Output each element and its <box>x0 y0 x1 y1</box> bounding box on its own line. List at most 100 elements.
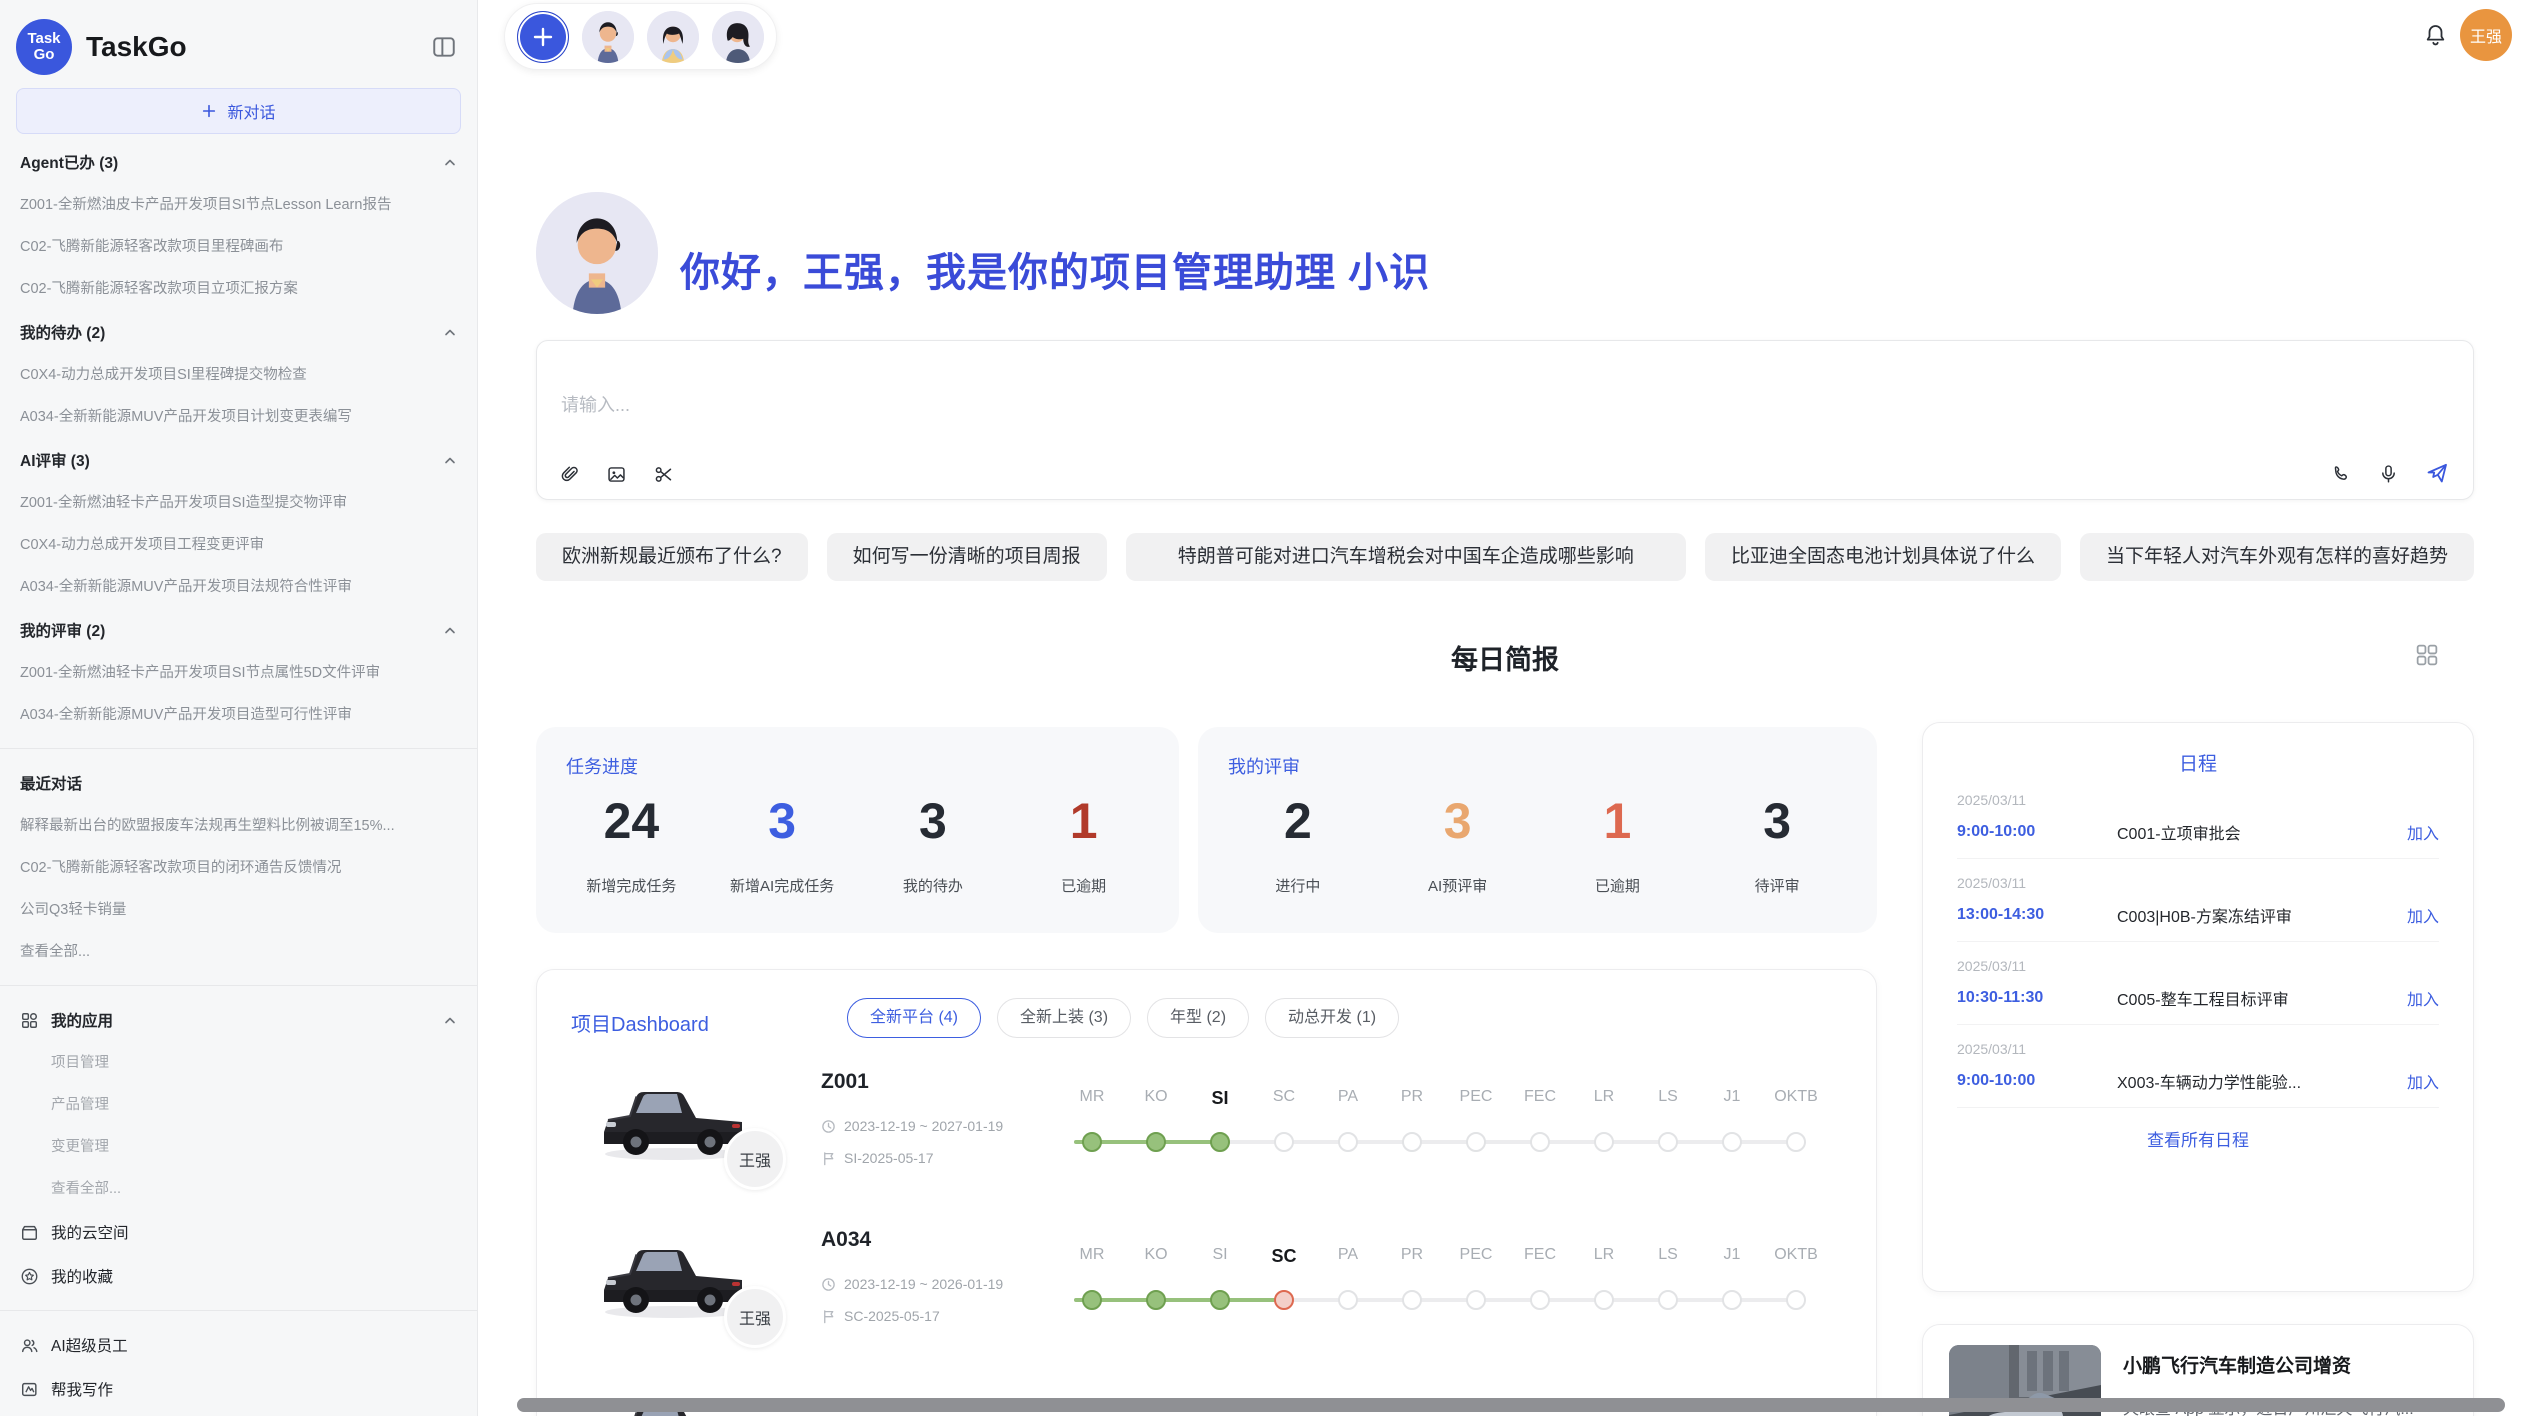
owner-name: 王强 <box>739 1305 771 1329</box>
chevron-up-icon <box>443 325 457 339</box>
recent-chat-item[interactable]: C02-飞腾新能源轻客改款项目的闭环通告反馈情况 <box>20 847 457 889</box>
section-header-ai-review[interactable]: AI评审 (3) <box>20 438 457 482</box>
sidebar-item[interactable]: Z001-全新燃油皮卡产品开发项目SI节点Lesson Learn报告 <box>20 184 457 226</box>
notification-bell-icon[interactable] <box>2422 22 2449 49</box>
milestone-nodes <box>1060 1290 1828 1310</box>
image-upload-icon[interactable] <box>606 464 627 485</box>
milestone-labels: MR KO SI SC PA PR PEC FEC LR LS J1 OKTB <box>1060 1088 1828 1109</box>
milestone-label: MR <box>1060 1246 1124 1267</box>
section-title: 我的应用 <box>51 1009 113 1031</box>
sidebar-item[interactable]: C0X4-动力总成开发项目工程变更评审 <box>20 524 457 566</box>
chat-input[interactable] <box>561 391 2161 431</box>
new-chat-button[interactable]: 新对话 <box>16 88 461 134</box>
schedule-time: 10:30-11:30 <box>1957 989 2117 1007</box>
new-chat-label: 新对话 <box>227 99 275 123</box>
sidebar-item[interactable]: C0X4-动力总成开发项目SI里程碑提交物检查 <box>20 354 457 396</box>
sidebar-item[interactable]: C02-飞腾新能源轻客改款项目立项汇报方案 <box>20 268 457 310</box>
section-header-recent-chats[interactable]: 最近对话 <box>20 761 457 805</box>
metric-my-todo: 3 我的待办 <box>858 789 1009 896</box>
agent-avatar-3[interactable] <box>712 11 764 63</box>
attachment-icon[interactable] <box>559 464 580 485</box>
sidebar-item-creative-drawing[interactable]: 创意制图 <box>20 1411 457 1416</box>
metric-label: 我的待办 <box>858 875 1009 896</box>
project-dates: 2023-12-19 ~ 2026-01-19 <box>821 1276 1003 1292</box>
sidebar-item-help-me-write[interactable]: 帮我写作 <box>20 1367 457 1411</box>
metric-ai-prereview: 3 AI预评审 <box>1378 789 1538 896</box>
sidebar-item[interactable]: C02-飞腾新能源轻客改款项目里程碑画布 <box>20 226 457 268</box>
section-header-agent-done[interactable]: Agent已办 (3) <box>20 140 457 184</box>
send-icon[interactable] <box>2425 461 2449 485</box>
microphone-icon[interactable] <box>2378 463 2399 484</box>
filter-powertrain[interactable]: 动总开发 (1) <box>1265 998 1399 1038</box>
join-link[interactable]: 加入 <box>2407 1069 2439 1093</box>
milestone-labels: MR KO SI SC PA PR PEC FEC LR LS J1 OKTB <box>1060 1246 1828 1267</box>
recent-chat-view-all[interactable]: 查看全部... <box>20 931 457 973</box>
sidebar-item[interactable]: A034-全新新能源MUV产品开发项目计划变更表编写 <box>20 396 457 438</box>
app-logo: Task Go <box>16 19 72 75</box>
schedule-row: 2025/03/11 13:00-14:30 C003|H0B-方案冻结评审 加… <box>1957 859 2439 942</box>
join-link[interactable]: 加入 <box>2407 820 2439 844</box>
filter-new-platform[interactable]: 全新平台 (4) <box>847 998 981 1038</box>
metric-value: 3 <box>707 789 858 853</box>
join-link[interactable]: 加入 <box>2407 903 2439 927</box>
milestone-node <box>1786 1290 1806 1310</box>
sidebar-item[interactable]: A034-全新新能源MUV产品开发项目造型可行性评审 <box>20 694 457 736</box>
milestone-node-alert <box>1274 1290 1294 1310</box>
my-review-card: 我的评审 2 进行中 3 AI预评审 1 已逾期 3 待评审 <box>1198 727 1877 933</box>
join-link[interactable]: 加入 <box>2407 986 2439 1010</box>
section-header-my-apps[interactable]: 我的应用 <box>20 998 457 1042</box>
logo-line1: Task <box>27 31 60 47</box>
scissors-icon[interactable] <box>653 464 674 485</box>
view-all-schedule-link[interactable]: 查看所有日程 <box>1923 1126 2473 1151</box>
metric-label: 进行中 <box>1218 875 1378 896</box>
suggestion-chip[interactable]: 特朗普可能对进口汽车增税会对中国车企造成哪些影响 <box>1126 533 1686 581</box>
milestone-label: LS <box>1636 1246 1700 1267</box>
user-avatar[interactable]: 王强 <box>2460 9 2512 61</box>
date-range: 2023-12-19 ~ 2027-01-19 <box>844 1118 1003 1134</box>
app-item-product-mgmt[interactable]: 产品管理 <box>20 1084 457 1126</box>
suggestion-chip[interactable]: 欧洲新规最近颁布了什么? <box>536 533 808 581</box>
filter-new-body[interactable]: 全新上装 (3) <box>997 998 1131 1038</box>
recent-chat-item[interactable]: 公司Q3轻卡销量 <box>20 889 457 931</box>
sidebar-item[interactable]: Z001-全新燃油轻卡产品开发项目SI造型提交物评审 <box>20 482 457 524</box>
dashboard-filters: 全新平台 (4) 全新上装 (3) 年型 (2) 动总开发 (1) <box>847 998 1399 1038</box>
sidebar-item-ai-super-staff[interactable]: AI超级员工 <box>20 1323 457 1367</box>
sidebar-item[interactable]: Z001-全新燃油轻卡产品开发项目SI节点属性5D文件评审 <box>20 652 457 694</box>
sidebar-item-cloud-space[interactable]: 我的云空间 <box>20 1210 457 1254</box>
app-item-view-all[interactable]: 查看全部... <box>20 1168 457 1210</box>
schedule-time: 9:00-10:00 <box>1957 823 2117 841</box>
project-code[interactable]: A034 <box>821 1228 871 1252</box>
schedule-row: 2025/03/11 9:00-10:00 C001-立项审批会 加入 <box>1957 776 2439 859</box>
collapse-sidebar-icon[interactable] <box>431 34 457 60</box>
milestone-label: FEC <box>1508 1246 1572 1267</box>
schedule-event-name: C003|H0B-方案冻结评审 <box>2117 903 2393 927</box>
section-header-my-todo[interactable]: 我的待办 (2) <box>20 310 457 354</box>
section-header-my-review[interactable]: 我的评审 (2) <box>20 608 457 652</box>
suggestion-chip[interactable]: 当下年轻人对汽车外观有怎样的喜好趋势 <box>2080 533 2474 581</box>
agent-avatar-2[interactable] <box>647 11 699 63</box>
sidebar-item-favorites[interactable]: 我的收藏 <box>20 1254 457 1298</box>
user-initials: 王强 <box>2470 23 2502 47</box>
milestone-label: LR <box>1572 1088 1636 1109</box>
chevron-up-icon <box>443 623 457 637</box>
phone-call-icon[interactable] <box>2331 463 2352 484</box>
project-code[interactable]: Z001 <box>821 1070 869 1094</box>
app-item-change-mgmt[interactable]: 变更管理 <box>20 1126 457 1168</box>
main-area: 王强 你好，王强，我是你的项目管理助理 小识 欧洲新规最近颁布了什么? 如何写一… <box>478 0 2532 1416</box>
horizontal-scrollbar[interactable] <box>517 1398 2505 1412</box>
filter-year-model[interactable]: 年型 (2) <box>1147 998 1249 1038</box>
flag-icon <box>821 1309 836 1324</box>
chat-composer <box>536 340 2474 500</box>
sidebar-item[interactable]: A034-全新新能源MUV产品开发项目法规符合性评审 <box>20 566 457 608</box>
agent-avatar-1[interactable] <box>582 11 634 63</box>
add-agent-button[interactable] <box>517 11 569 63</box>
suggestion-chip[interactable]: 比亚迪全固态电池计划具体说了什么 <box>1705 533 2061 581</box>
milestone-label: OKTB <box>1764 1246 1828 1267</box>
suggestion-chip[interactable]: 如何写一份清晰的项目周报 <box>827 533 1107 581</box>
section-title: Agent已办 (3) <box>20 151 118 173</box>
milestone-node <box>1658 1132 1678 1152</box>
layout-grid-icon[interactable] <box>2414 642 2440 668</box>
greeting-text: 你好，王强，我是你的项目管理助理 小识 <box>680 240 1430 298</box>
app-item-project-mgmt[interactable]: 项目管理 <box>20 1042 457 1084</box>
recent-chat-item[interactable]: 解释最新出台的欧盟报废车法规再生塑料比例被调至15%... <box>20 805 457 847</box>
